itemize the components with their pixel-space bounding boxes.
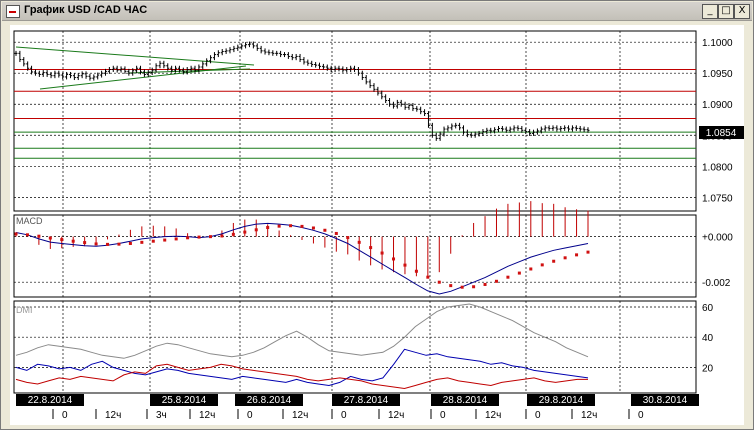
macd-signal-point [220,234,224,238]
macd-signal-point [60,238,64,242]
macd-signal-point [529,267,533,271]
macd-signal-point [563,256,567,260]
hour-label: 0 [535,410,541,421]
macd-signal-point [460,285,464,289]
macd-signal-point [117,242,121,246]
price-axis-label: 1.0900 [702,100,733,111]
macd-signal-point [346,236,350,240]
macd-signal-point [94,242,98,246]
macd-signal-point [243,230,247,234]
hour-label: 12ч [485,410,501,421]
macd-signal-point [311,226,315,230]
date-label: 22.8.2014 [28,395,73,406]
price-axis-label: 1.0950 [702,69,733,80]
dmi-label: DMI [16,305,33,315]
chart-area[interactable]: 1.10001.09501.09001.08501.08001.0750 1.0… [10,25,744,425]
chart-canvas[interactable]: 1.10001.09501.09001.08501.08001.0750 1.0… [10,25,744,425]
chart-window-icon [6,5,20,18]
date-label: 26.8.2014 [247,395,292,406]
macd-axis-label: -0.002 [702,278,731,289]
price-panel: 1.10001.09501.09001.08501.08001.0750 1.0… [13,30,744,212]
dmi-axis-label: 20 [702,363,714,374]
close-button[interactable]: X [734,4,750,19]
hour-label: 3ч [156,410,167,421]
macd-signal-point [494,279,498,283]
macd-signal-point [163,238,167,242]
date-label: 30.8.2014 [643,395,688,406]
macd-signal-point [151,239,155,243]
macd-signal-point [392,257,396,261]
window-title: График USD /CAD ЧАС [24,4,148,16]
date-label: 27.8.2014 [344,395,389,406]
price-axis-label: 1.1000 [702,38,733,49]
macd-panel: +0.000 -0.002 MACD [13,201,733,298]
macd-signal-point [140,240,144,244]
macd-signal-point [517,271,521,275]
macd-signal-point [369,246,373,250]
macd-signal-point [426,275,430,279]
macd-signal-point [128,241,132,245]
macd-signal-point [323,228,327,232]
macd-signal-point [174,237,178,241]
hour-label: 0 [62,410,68,421]
macd-signal-point [552,259,556,263]
macd-signal-point [300,224,304,228]
price-axis-label: 1.0750 [702,193,733,204]
hour-label: 0 [440,410,446,421]
macd-signal-point [25,233,29,237]
date-label: 29.8.2014 [539,395,584,406]
macd-signal-point [289,224,293,228]
time-axis: 22.8.2014 25.8.2014 26.8.2014 27.8.2014 28.8… [16,394,699,406]
macd-signal-point [231,232,235,236]
hour-axis: 0 12ч 3ч 12ч 0 12ч 0 12ч 0 12ч 0 12ч 0 [52,409,644,421]
macd-signal-point [83,241,87,245]
hour-label: 0 [247,410,253,421]
macd-signal-point [14,232,18,236]
chart-window: График USD /CAD ЧАС _ □ X 1.1000 1.0950 1.… [0,0,754,430]
hour-label: 0 [341,410,347,421]
macd-signal-point [403,263,407,267]
macd-signal-point [357,240,361,244]
macd-signal-point [483,282,487,286]
macd-signal-point [414,269,418,273]
title-bar[interactable]: График USD /CAD ЧАС _ □ X [2,2,752,21]
date-label: 25.8.2014 [162,395,207,406]
macd-signal-point [208,235,212,239]
price-axis-label: 1.0800 [702,162,733,173]
macd-axis-label: +0.000 [702,233,733,244]
macd-signal-point [575,253,579,257]
macd-signal-point [197,235,201,239]
hour-label: 12ч [199,410,215,421]
macd-signal-point [254,228,258,232]
macd-signal-point [586,250,590,254]
macd-signal-point [48,236,52,240]
macd-signal-point [186,236,190,240]
macd-signal-point [506,275,510,279]
macd-signal-point [540,263,544,267]
dmi-panel: 60 40 20 DMI [13,300,714,394]
macd-signal-point [472,285,476,289]
macd-signal-point [334,231,338,235]
current-price-label: 1.0854 [706,128,737,139]
macd-label: MACD [16,216,43,226]
maximize-button[interactable]: □ [718,4,734,19]
minimize-button[interactable]: _ [702,4,718,19]
current-price-box: 1.0854 [699,126,744,139]
macd-signal-point [266,226,270,230]
date-label: 28.8.2014 [443,395,488,406]
macd-signal-point [277,224,281,228]
dmi-axis-label: 40 [702,333,714,344]
hour-label: 12ч [388,410,404,421]
hour-label: 12ч [105,410,121,421]
macd-signal-point [37,234,41,238]
macd-signal-point [71,239,75,243]
macd-signal-point [380,251,384,255]
dmi-axis-label: 60 [702,303,714,314]
macd-signal-point [449,284,453,288]
hour-label: 12ч [292,410,308,421]
hour-label: 0 [638,410,644,421]
hour-label: 12ч [581,410,597,421]
macd-signal-point [106,242,110,246]
macd-signal-point [437,280,441,284]
